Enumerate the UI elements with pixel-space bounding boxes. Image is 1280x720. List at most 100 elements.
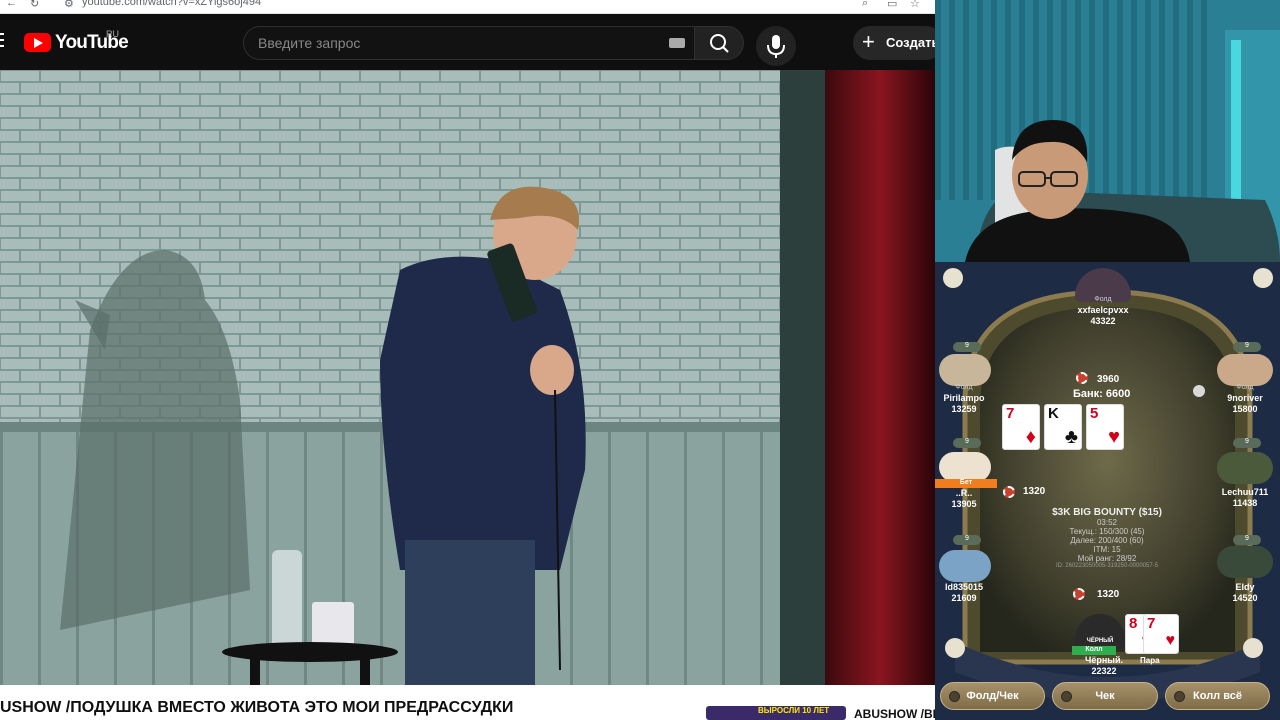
keyboard-icon[interactable] — [669, 38, 685, 48]
poker-table: Фолд xxfaelcpvxx 43322 9 Фолд Pirilampo … — [935, 262, 1280, 720]
hero-action-tag: Колл — [1072, 646, 1116, 655]
search-placeholder: Введите запрос — [258, 35, 361, 51]
visibility-eye-icon[interactable] — [1193, 385, 1205, 397]
avatar[interactable] — [939, 452, 991, 482]
diamond-icon: ♦ — [1025, 426, 1036, 448]
board-card: 7 ♦ — [1002, 404, 1040, 450]
seat-left-3: ld835015 21609 — [935, 582, 999, 604]
player-stack: 15800 — [1232, 404, 1258, 414]
call-any-button[interactable]: Колл всё — [1165, 682, 1270, 710]
menu-icon[interactable] — [0, 33, 4, 51]
player-stack: 43322 — [1090, 316, 1116, 326]
hero-name: Чёрный. — [1085, 655, 1123, 665]
pot-total: Банк: 6600 — [1073, 388, 1131, 400]
heart-icon: ♥ — [1165, 632, 1176, 649]
youtube-logo-icon[interactable] — [24, 33, 51, 52]
check-label: Чек — [1095, 690, 1115, 702]
level-badge: 9 — [953, 535, 981, 545]
cast-icon[interactable]: ▭ — [887, 0, 897, 10]
check-button[interactable]: Чек — [1052, 682, 1158, 710]
search-icon — [710, 34, 729, 53]
club-icon: ♣ — [1064, 426, 1078, 448]
site-info-icon[interactable]: ⚙ — [64, 0, 74, 10]
seat-right-2: Lechuu711 11438 — [1210, 487, 1280, 509]
level-badge: 9 — [953, 438, 981, 448]
hero-bet: 1320 — [1097, 589, 1120, 600]
seat-top: Фолд xxfaelcpvxx 43322 — [1068, 294, 1138, 327]
tournament-name: $3K BIG BOUNTY ($15) — [1052, 507, 1162, 518]
player-status: Фолд — [1094, 296, 1112, 303]
create-button[interactable]: + Создать — [853, 26, 943, 60]
player-stack: 14520 — [1232, 593, 1258, 603]
microphone-icon — [767, 35, 785, 58]
related-video-thumbnail[interactable]: ВЫРОСЛИ 10 ЛЕТ — [706, 706, 846, 720]
avatar[interactable] — [939, 550, 991, 582]
hero-stack: 22322 — [1091, 666, 1117, 676]
region-badge: RU — [106, 29, 119, 39]
blinds-current: Текущ.: 150/300 (45) — [1069, 527, 1145, 536]
player-status: Фолд — [1236, 384, 1254, 391]
player-stack: 13905 — [951, 499, 977, 509]
seat-right-3: Eldy 14520 — [1210, 582, 1280, 604]
player-name: xxfaelcpvxx — [1077, 305, 1129, 315]
current-bet: 3960 — [1097, 374, 1120, 385]
webcam-feed — [935, 0, 1280, 262]
level-badge: 9 — [1233, 438, 1261, 448]
seat-right-1: Фолд 9noriver 15800 — [1210, 382, 1280, 415]
back-icon[interactable]: ← — [6, 0, 17, 9]
reload-icon[interactable]: ↻ — [30, 0, 39, 10]
lobby-icon[interactable] — [1253, 268, 1273, 288]
camera-icon[interactable] — [943, 268, 963, 288]
video-frame — [0, 70, 935, 685]
plus-icon: + — [862, 29, 875, 54]
voice-search-button[interactable] — [756, 26, 796, 66]
chip-icon — [1076, 372, 1088, 384]
player-name: Lechuu711 — [1221, 487, 1269, 497]
video-title: USHOW /ПОДУШКА ВМЕСТО ЖИВОТА ЭТО МОИ ПРЕ… — [0, 699, 514, 716]
chat-icon[interactable] — [1243, 638, 1263, 658]
hand-strength: Пара — [1140, 656, 1160, 665]
blinds-next: Далее: 200/400 (60) — [1070, 536, 1144, 545]
webcam-frame — [935, 0, 1280, 262]
avatar[interactable] — [1217, 546, 1273, 578]
fold-check-label: Фолд/Чек — [966, 690, 1019, 702]
action-tag: Бет — [935, 479, 997, 488]
seat-hero: Чёрный. 22322 — [1069, 655, 1139, 677]
video-info-bar: USHOW /ПОДУШКА ВМЕСТО ЖИВОТА ЭТО МОИ ПРЕ… — [0, 685, 944, 720]
create-label: Создать — [886, 35, 940, 50]
player-status: Фолд — [955, 384, 973, 391]
zoom-icon[interactable]: ⌕ — [862, 0, 868, 10]
call-any-label: Колл всё — [1193, 690, 1242, 702]
search-button[interactable] — [694, 26, 744, 60]
search-input[interactable]: Введите запрос — [243, 26, 695, 60]
player-stack: 11438 — [1232, 498, 1258, 508]
hero-card: 7 ♥ — [1143, 614, 1179, 654]
level-timer: 03:52 — [1096, 518, 1118, 527]
player-name: Eldy — [1235, 582, 1255, 592]
fold-check-button[interactable]: Фолд/Чек — [940, 682, 1045, 710]
player-name: Pirilampo — [943, 393, 985, 403]
emoji-icon[interactable] — [945, 638, 965, 658]
related-video-title[interactable]: ABUSHOW /ВЫ — [854, 707, 944, 720]
video-player[interactable] — [0, 70, 935, 685]
address-bar[interactable]: youtube.com/watch?v=xZYigs6oj494 — [82, 0, 261, 8]
bookmark-star-icon[interactable]: ☆ — [910, 0, 920, 10]
screen: ← ↻ ⚙ youtube.com/watch?v=xZYigs6oj494 ⌕… — [0, 0, 1280, 720]
hand-id: ID: 260223050005-319250-0000057-5 — [1055, 563, 1159, 569]
chip-icon — [1073, 588, 1085, 600]
itm-places: ITM: 15 — [1093, 545, 1121, 554]
player-name: ld835015 — [944, 582, 984, 592]
player-bet: 1320 — [1023, 486, 1046, 497]
player-stack: 13259 — [951, 404, 977, 414]
avatar[interactable] — [1217, 452, 1273, 484]
related-thumbnail-text: ВЫРОСЛИ 10 ЛЕТ — [758, 706, 830, 715]
player-name: ..R.. — [955, 488, 973, 498]
board-card: K ♣ — [1044, 404, 1082, 450]
board-card: 5 ♥ — [1086, 404, 1124, 450]
seat-left-2: ..R.. 13905 — [935, 488, 999, 510]
tournament-info: $3K BIG BOUNTY ($15) 03:52 Текущ.: 150/3… — [997, 507, 1217, 569]
player-stack: 21609 — [951, 593, 977, 603]
heart-icon: ♥ — [1108, 426, 1120, 448]
level-badge: 9 — [953, 342, 981, 352]
player-name: 9noriver — [1227, 393, 1263, 403]
